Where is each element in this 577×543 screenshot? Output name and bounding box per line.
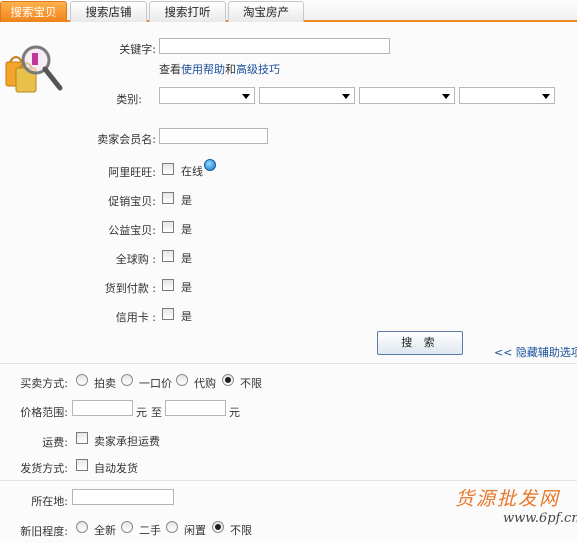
help-prefix: 查看 [159, 63, 181, 76]
cod-text: 是 [181, 281, 192, 294]
tab-search-ask[interactable]: 搜索打听 [149, 1, 226, 22]
promo-label: 促销宝贝: [108, 195, 156, 208]
section-divider [0, 480, 577, 481]
condition-new-radio[interactable] [76, 521, 88, 533]
trade-agent-radio[interactable] [176, 374, 188, 386]
watermark-url: www.6pf.cn [503, 511, 577, 526]
condition-used-radio[interactable] [121, 521, 133, 533]
price-label: 价格范围: [20, 406, 68, 419]
trade-fixed-text: 一口价 [139, 377, 172, 390]
search-tab-bar: 搜索宝贝 搜索店铺 搜索打听 淘宝房产 [0, 0, 577, 22]
trade-any-radio[interactable] [222, 374, 234, 386]
condition-any-text: 不限 [230, 524, 252, 537]
trade-any-text: 不限 [240, 377, 262, 390]
wangwang-label: 阿里旺旺: [108, 166, 156, 179]
chevron-down-icon [442, 94, 450, 99]
trade-fixed-radio[interactable] [121, 374, 133, 386]
wangwang-online-checkbox[interactable] [162, 163, 174, 175]
wangwang-online-text: 在线 [181, 165, 203, 178]
hide-options-link[interactable]: << 隐藏辅助选项 [494, 344, 577, 360]
wangwang-icon [204, 159, 216, 171]
seller-label: 卖家会员名: [97, 133, 156, 146]
condition-label: 新旧程度: [20, 525, 68, 538]
trade-label: 买卖方式: [20, 377, 68, 390]
shipping-checkbox[interactable] [76, 432, 88, 444]
charity-text: 是 [181, 223, 192, 236]
tab-search-shops[interactable]: 搜索店铺 [70, 1, 147, 22]
price-unit-min: 元 [136, 406, 147, 419]
tab-real-estate[interactable]: 淘宝房产 [228, 1, 304, 22]
keyword-help: 查看使用帮助和高级技巧 [159, 61, 280, 77]
delivery-text: 自动发货 [94, 462, 138, 475]
category-select-3[interactable] [359, 87, 455, 104]
trade-agent-text: 代购 [194, 377, 216, 390]
condition-new-text: 全新 [94, 524, 116, 537]
keyword-label: 关键字: [119, 43, 156, 56]
delivery-label: 发货方式: [20, 462, 68, 475]
cod-label: 货到付款 : [104, 282, 156, 295]
help-and: 和 [225, 63, 236, 76]
price-max-input[interactable] [165, 400, 226, 416]
chevron-down-icon [342, 94, 350, 99]
price-unit-max: 元 [229, 406, 240, 419]
section-divider [0, 363, 577, 364]
chevron-down-icon [242, 94, 250, 99]
global-text: 是 [181, 252, 192, 265]
location-input[interactable] [72, 489, 174, 505]
credit-card-checkbox[interactable] [162, 308, 174, 320]
category-select-2[interactable] [259, 87, 355, 104]
tab-search-items[interactable]: 搜索宝贝 [0, 1, 67, 22]
shipping-text: 卖家承担运费 [94, 435, 160, 448]
category-label: 类别: [116, 93, 142, 106]
condition-any-radio[interactable] [212, 521, 224, 533]
promo-text: 是 [181, 194, 192, 207]
promo-checkbox[interactable] [162, 192, 174, 204]
usage-help-link[interactable]: 使用帮助 [181, 63, 225, 76]
delivery-checkbox[interactable] [76, 459, 88, 471]
price-min-input[interactable] [72, 400, 133, 416]
shopping-search-icon [5, 45, 63, 93]
shipping-label: 运费: [42, 436, 68, 449]
charity-label: 公益宝贝: [108, 224, 156, 237]
global-checkbox[interactable] [162, 250, 174, 262]
trade-auction-text: 拍卖 [94, 377, 116, 390]
global-label: 全球购 : [115, 253, 156, 266]
category-select-1[interactable] [159, 87, 255, 104]
watermark-chinese: 货源批发网 [455, 488, 561, 510]
keyword-input[interactable] [159, 38, 390, 54]
chevron-down-icon [542, 94, 550, 99]
seller-input[interactable] [159, 128, 268, 144]
location-label: 所在地: [31, 495, 68, 508]
price-to: 至 [151, 406, 162, 419]
credit-card-text: 是 [181, 310, 192, 323]
category-select-4[interactable] [459, 87, 555, 104]
advanced-tips-link[interactable]: 高级技巧 [236, 63, 280, 76]
condition-idle-radio[interactable] [166, 521, 178, 533]
search-button[interactable]: 搜 索 [377, 331, 463, 355]
condition-idle-text: 闲置 [184, 524, 206, 537]
trade-auction-radio[interactable] [76, 374, 88, 386]
credit-card-label: 信用卡 : [115, 311, 156, 324]
charity-checkbox[interactable] [162, 221, 174, 233]
cod-checkbox[interactable] [162, 279, 174, 291]
condition-used-text: 二手 [139, 524, 161, 537]
